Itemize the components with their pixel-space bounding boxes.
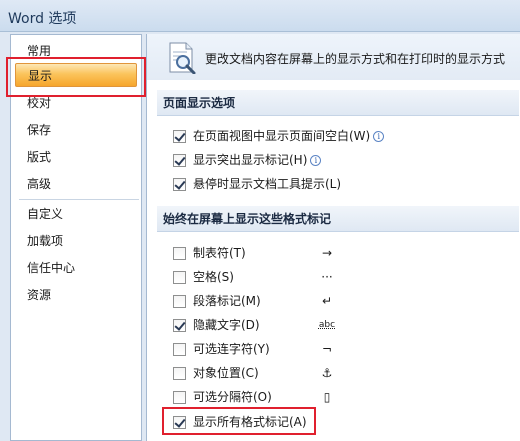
show-all-marks-highlight-box (162, 407, 316, 435)
checkbox-optional-hyphens[interactable] (173, 342, 186, 356)
space-dots-icon: ··· (321, 270, 333, 284)
option-show-whitespace[interactable]: 在页面视图中显示页面间空白(W) i (173, 127, 385, 145)
title-bar: Word 选项 (0, 0, 520, 32)
option-hidden-text[interactable]: 隐藏文字(D) (173, 316, 260, 334)
info-icon[interactable]: i (310, 154, 322, 166)
checkbox-spaces[interactable] (173, 270, 186, 284)
option-label: 显示突出显示标记(H) (193, 153, 308, 167)
document-magnifier-icon (169, 42, 196, 74)
sidebar-item-trust-center[interactable]: 信任中心 (15, 256, 137, 280)
checkbox-hidden-text[interactable] (173, 318, 186, 332)
header-description: 更改文档内容在屏幕上的显示方式和在打印时的显示方式 (205, 52, 506, 66)
sidebar-highlight-box (6, 57, 146, 97)
option-label: 在页面视图中显示页面间空白(W) (193, 129, 371, 143)
window-title: Word 选项 (8, 11, 77, 27)
checkbox-tab-characters[interactable] (173, 246, 186, 260)
option-label: 可选连字符(Y) (193, 342, 270, 356)
checkbox-object-anchors[interactable] (173, 366, 186, 380)
sidebar-item-save[interactable]: 保存 (15, 118, 137, 142)
option-object-anchors[interactable]: 对象位置(C) (173, 364, 259, 382)
anchor-icon: ⚓ (321, 366, 333, 380)
sidebar-item-advanced[interactable]: 高级 (15, 172, 137, 196)
option-label: 段落标记(M) (193, 294, 261, 308)
options-panel: 更改文档内容在屏幕上的显示方式和在打印时的显示方式 页面显示选项 在页面视图中显… (146, 34, 520, 441)
section-title-format-marks: 始终在屏幕上显示这些格式标记 (157, 206, 519, 232)
option-spaces[interactable]: 空格(S) (173, 268, 234, 286)
option-label: 对象位置(C) (193, 366, 259, 380)
checkbox-show-tooltips[interactable] (173, 177, 186, 191)
option-optional-hyphens[interactable]: 可选连字符(Y) (173, 340, 270, 358)
checkbox-paragraph-marks[interactable] (173, 294, 186, 308)
hidden-text-icon: abc (318, 320, 336, 330)
option-optional-breaks[interactable]: 可选分隔符(O) (173, 388, 272, 406)
sidebar-item-addins[interactable]: 加载项 (15, 229, 137, 253)
paragraph-mark-icon: ↵ (321, 294, 333, 308)
optional-hyphen-icon: ¬ (321, 342, 333, 356)
info-icon[interactable]: i (373, 130, 385, 142)
panel-header: 更改文档内容在屏幕上的显示方式和在打印时的显示方式 (147, 34, 520, 80)
sidebar-divider (19, 199, 139, 200)
option-label: 空格(S) (193, 270, 234, 284)
option-label: 隐藏文字(D) (193, 318, 260, 332)
option-tab-characters[interactable]: 制表符(T) (173, 244, 246, 262)
checkbox-show-highlighter[interactable] (173, 153, 186, 167)
checkbox-show-whitespace[interactable] (173, 129, 186, 143)
sidebar-item-customize[interactable]: 自定义 (15, 202, 137, 226)
option-show-tooltips[interactable]: 悬停时显示文档工具提示(L) (173, 175, 341, 193)
tab-arrow-icon: → (321, 246, 333, 260)
sidebar-item-resources[interactable]: 资源 (15, 283, 137, 307)
option-paragraph-marks[interactable]: 段落标记(M) (173, 292, 261, 310)
option-show-highlighter[interactable]: 显示突出显示标记(H) i (173, 151, 322, 169)
sidebar-item-typography[interactable]: 版式 (15, 145, 137, 169)
section-title-page-display: 页面显示选项 (157, 90, 519, 116)
checkbox-optional-breaks[interactable] (173, 390, 186, 404)
option-label: 制表符(T) (193, 246, 246, 260)
option-label: 悬停时显示文档工具提示(L) (193, 177, 342, 191)
option-label: 可选分隔符(O) (193, 390, 272, 404)
optional-break-icon: ▯ (323, 390, 331, 404)
